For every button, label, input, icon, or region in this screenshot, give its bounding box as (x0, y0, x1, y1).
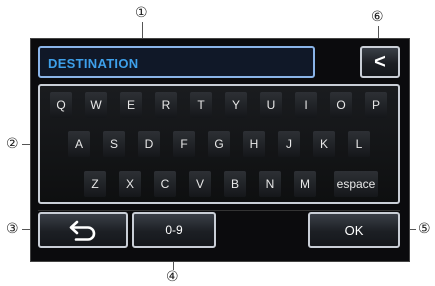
key[interactable]: Q (50, 92, 72, 118)
key[interactable]: D (138, 131, 160, 157)
key[interactable]: V (189, 171, 211, 197)
key[interactable]: A (68, 131, 90, 157)
keyboard: Q W E R T Y U I O P A S D F G H J K L Z … (38, 84, 400, 204)
key[interactable]: I (295, 92, 317, 118)
back-button[interactable]: < (360, 46, 400, 78)
key[interactable]: B (224, 171, 246, 197)
divider (38, 210, 400, 211)
key[interactable]: S (103, 131, 125, 157)
numbers-mode-button[interactable]: 0-9 (132, 212, 216, 248)
key[interactable]: H (243, 131, 265, 157)
key[interactable]: M (294, 171, 316, 197)
key[interactable]: N (259, 171, 281, 197)
key[interactable]: U (260, 92, 282, 118)
callout-5: ⑤ (418, 221, 431, 237)
callout-2: ② (6, 136, 19, 152)
key[interactable]: Y (225, 92, 247, 118)
key[interactable]: Z (84, 171, 106, 197)
ok-button[interactable]: OK (308, 212, 400, 248)
key[interactable]: W (85, 92, 107, 118)
space-key[interactable]: espace (334, 171, 378, 197)
return-arrow-icon (68, 219, 98, 241)
destination-field[interactable]: DESTINATION (38, 46, 315, 78)
key[interactable]: T (190, 92, 212, 118)
callout-3: ③ (6, 221, 19, 237)
return-button[interactable] (38, 212, 128, 248)
key[interactable]: L (348, 131, 370, 157)
callout-4: ④ (166, 269, 179, 285)
key[interactable]: F (173, 131, 195, 157)
key[interactable]: C (154, 171, 176, 197)
key[interactable]: P (365, 92, 387, 118)
key[interactable]: J (278, 131, 300, 157)
key[interactable]: G (208, 131, 230, 157)
callout-1: ① (135, 5, 148, 21)
key[interactable]: X (119, 171, 141, 197)
callout-6: ⑥ (371, 9, 384, 25)
key[interactable]: O (330, 92, 352, 118)
key[interactable]: R (155, 92, 177, 118)
key[interactable]: E (120, 92, 142, 118)
key[interactable]: K (313, 131, 335, 157)
